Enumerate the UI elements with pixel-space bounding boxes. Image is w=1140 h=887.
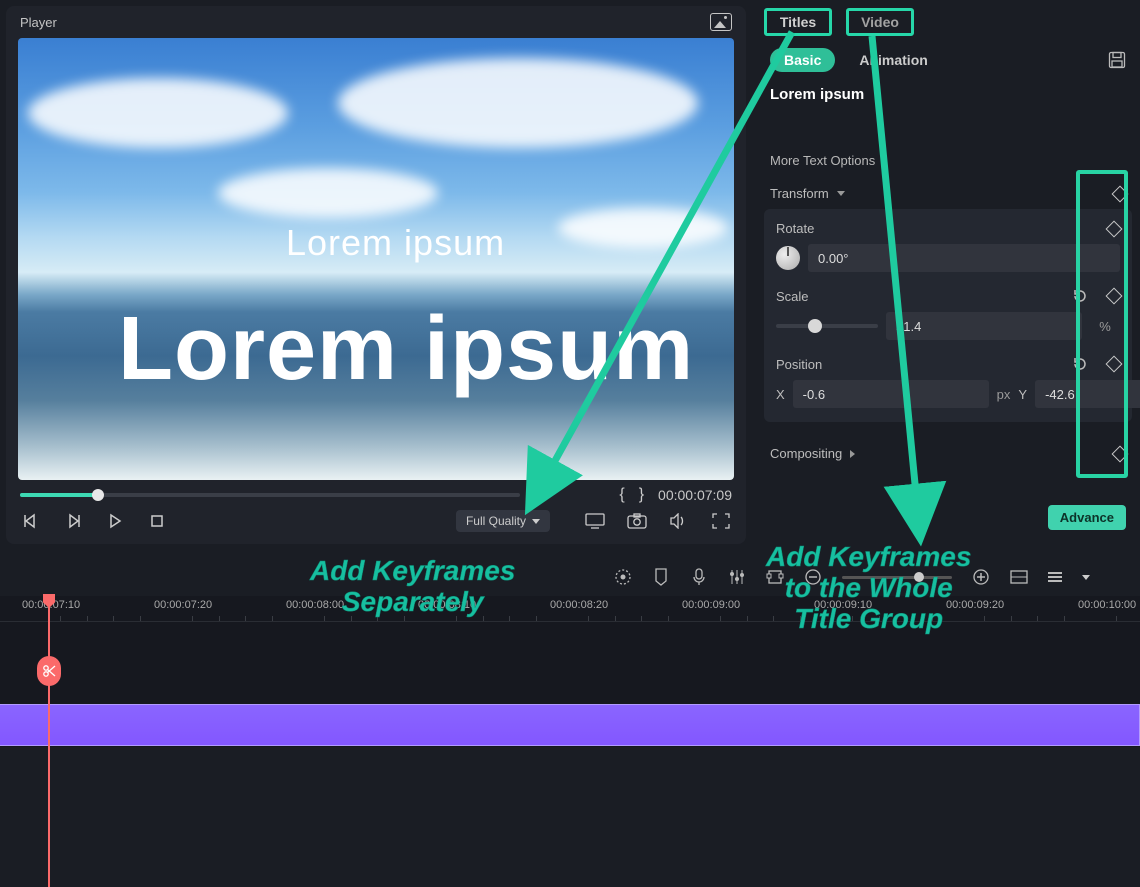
stop-button[interactable]	[146, 510, 168, 532]
chevron-right-icon	[850, 450, 855, 458]
zoom-fit-icon[interactable]	[1010, 568, 1028, 586]
player-title-label: Player	[20, 15, 57, 30]
properties-panel: Titles Video Basic Animation Lorem ipsum…	[756, 0, 1140, 544]
progress-bar[interactable]	[20, 493, 520, 497]
ruler-tick: 00:00:07:20	[154, 599, 212, 611]
picture-icon[interactable]	[710, 13, 732, 31]
zoom-out-icon[interactable]	[804, 568, 822, 586]
scale-label: Scale	[776, 289, 809, 304]
display-device-icon[interactable]	[584, 510, 606, 532]
audio-mixer-icon[interactable]	[728, 568, 746, 586]
title-overlay-small[interactable]: Lorem ipsum	[286, 222, 505, 264]
cloud-decor	[558, 208, 728, 248]
zoom-slider[interactable]	[842, 576, 952, 579]
cloud-decor	[218, 168, 438, 218]
subtab-animation[interactable]: Animation	[845, 48, 941, 72]
advance-button[interactable]: Advance	[1048, 505, 1126, 530]
keyframe-diamond-position[interactable]	[1106, 356, 1123, 373]
ruler-tick: 00:00:08:20	[550, 599, 608, 611]
chevron-down-icon	[532, 519, 540, 524]
zoom-in-icon[interactable]	[972, 568, 990, 586]
scale-slider[interactable]	[776, 324, 878, 328]
reset-icon[interactable]	[1072, 356, 1088, 372]
rotate-label: Rotate	[776, 221, 814, 236]
mark-in-bracket[interactable]: {	[619, 486, 624, 504]
player-controls: { } 00:00:07:09 Full Quality	[6, 480, 746, 544]
ruler-tick: 00:00:09:00	[682, 599, 740, 611]
play-button[interactable]	[104, 510, 126, 532]
player-header: Player	[6, 6, 746, 38]
section-compositing[interactable]: Compositing	[756, 430, 1140, 469]
keyframe-diamond-rotate[interactable]	[1106, 220, 1123, 237]
step-forward-button[interactable]	[62, 510, 84, 532]
track-view-icon[interactable]	[1048, 572, 1062, 582]
scissors-icon[interactable]	[37, 656, 61, 686]
ruler-tick: 00:00:10:00	[1078, 599, 1136, 611]
px-unit: px	[997, 387, 1011, 402]
keyframe-diamond-transform[interactable]	[1112, 185, 1129, 202]
tab-titles[interactable]: Titles	[764, 8, 832, 36]
snapshot-icon[interactable]	[626, 510, 648, 532]
scale-value-input[interactable]	[886, 312, 1082, 340]
position-label: Position	[776, 357, 822, 372]
subtab-basic[interactable]: Basic	[770, 48, 835, 72]
playhead[interactable]	[48, 596, 50, 887]
step-back-button[interactable]	[20, 510, 42, 532]
ruler-tick: 00:00:08:10	[418, 599, 476, 611]
rotate-value-input[interactable]	[808, 244, 1120, 272]
more-text-options-link[interactable]: More Text Options	[756, 145, 1140, 170]
cloud-decor	[338, 58, 698, 148]
transform-box: Rotate Scale % Position X px Y	[764, 209, 1132, 422]
timeline-ruler[interactable]: 00:00:07:1000:00:07:2000:00:08:0000:00:0…	[0, 596, 1140, 622]
chevron-down-icon	[837, 191, 845, 196]
quality-label: Full Quality	[466, 514, 526, 528]
cloud-decor	[28, 78, 288, 148]
ruler-tick: 00:00:09:10	[814, 599, 872, 611]
save-preset-icon[interactable]	[1108, 51, 1126, 69]
title-overlay-big[interactable]: Lorem ipsum	[118, 298, 694, 401]
player-panel: Player Lorem ipsum Lorem ipsum { } 00:00…	[6, 6, 746, 544]
track-area[interactable]	[0, 622, 1140, 732]
reset-icon[interactable]	[1072, 288, 1088, 304]
scale-unit: %	[1090, 319, 1120, 334]
tab-video[interactable]: Video	[846, 8, 914, 36]
title-clip[interactable]	[0, 704, 1140, 746]
fullscreen-icon[interactable]	[710, 510, 732, 532]
position-x-input[interactable]	[793, 380, 989, 408]
marker-icon[interactable]	[652, 568, 670, 586]
player-viewport[interactable]: Lorem ipsum Lorem ipsum	[18, 38, 734, 480]
timecode-display: 00:00:07:09	[658, 487, 732, 503]
timeline-panel: 00:00:07:1000:00:07:2000:00:08:0000:00:0…	[0, 596, 1140, 747]
title-text-heading[interactable]: Lorem ipsum	[756, 82, 1140, 117]
mark-out-bracket[interactable]: }	[639, 486, 644, 504]
ruler-tick: 00:00:09:20	[946, 599, 1004, 611]
chevron-down-icon[interactable]	[1082, 575, 1090, 580]
mic-icon[interactable]	[690, 568, 708, 586]
keyframe-diamond-compositing[interactable]	[1112, 445, 1129, 462]
color-correct-icon[interactable]	[614, 568, 632, 586]
quality-selector[interactable]: Full Quality	[456, 510, 550, 532]
ruler-tick: 00:00:08:00	[286, 599, 344, 611]
timeline-toolbar	[600, 562, 1140, 592]
volume-icon[interactable]	[668, 510, 690, 532]
position-y-input[interactable]	[1035, 380, 1140, 408]
rotate-knob[interactable]	[776, 246, 800, 270]
group-icon[interactable]	[766, 568, 784, 586]
keyframe-diamond-scale[interactable]	[1106, 288, 1123, 305]
section-transform[interactable]: Transform	[756, 170, 1140, 209]
